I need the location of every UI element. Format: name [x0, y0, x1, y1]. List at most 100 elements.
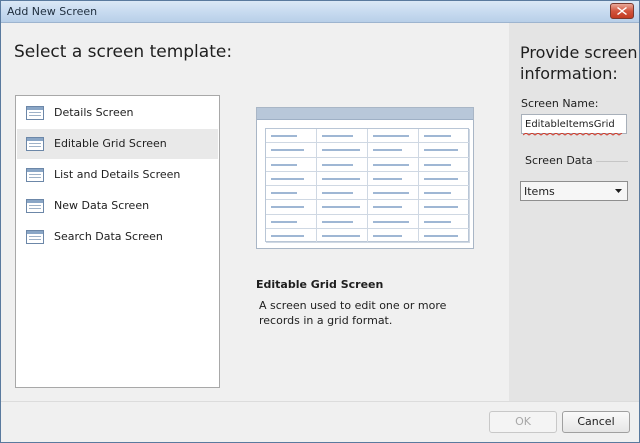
preview-cell-text — [373, 206, 402, 209]
template-item-label: Search Data Screen — [54, 230, 163, 243]
preview-cell-text — [373, 220, 409, 223]
template-list[interactable]: Details Screen Editable Grid Screen List… — [15, 95, 220, 388]
preview-cell-text — [373, 135, 409, 137]
preview-cell-text — [373, 149, 402, 152]
preview-cell-text — [373, 177, 402, 180]
preview-cell-text — [424, 234, 458, 237]
preview-grid-cell — [317, 228, 368, 243]
screen-data-value: Items — [524, 185, 555, 198]
template-item-label: New Data Screen — [54, 199, 150, 212]
preview-grid-cell — [419, 171, 470, 186]
preview-cell-text — [322, 206, 360, 209]
preview-cell-text — [271, 149, 304, 152]
preview-grid-cell — [317, 129, 368, 144]
preview-header-bar — [257, 108, 473, 120]
template-item-label: Editable Grid Screen — [54, 137, 167, 150]
preview-grid-cell — [419, 200, 470, 215]
preview-grid-cell — [266, 129, 317, 144]
preview-grid-cell — [266, 157, 317, 172]
preview-cell-text — [424, 163, 451, 166]
preview-grid-cell — [368, 157, 419, 172]
preview-grid-cell — [266, 186, 317, 201]
preview-grid — [265, 128, 470, 243]
preview-grid-cell — [317, 214, 368, 229]
preview-cell-text — [373, 234, 402, 237]
cancel-button[interactable]: Cancel — [562, 411, 630, 433]
preview-cell-text — [271, 163, 297, 166]
preview-cell-text — [271, 234, 304, 237]
preview-cell-text — [322, 192, 353, 194]
close-button[interactable] — [610, 3, 634, 19]
template-item-label: Details Screen — [54, 106, 134, 119]
preview-cell-text — [271, 135, 297, 137]
preview-cell-text — [424, 192, 451, 194]
preview-grid-cell — [317, 171, 368, 186]
preview-cell-text — [322, 163, 353, 166]
preview-grid-cell — [266, 200, 317, 215]
title-bar[interactable]: Add New Screen — [1, 1, 639, 23]
preview-grid-cell — [419, 214, 470, 229]
preview-cell-text — [271, 220, 297, 223]
preview-cell-text — [322, 135, 353, 137]
template-item-list-and-details-screen[interactable]: List and Details Screen — [17, 160, 218, 190]
template-item-search-data-screen[interactable]: Search Data Screen — [17, 222, 218, 252]
group-divider — [596, 161, 628, 162]
template-item-new-data-screen[interactable]: New Data Screen — [17, 191, 218, 221]
preview-grid-cell — [419, 186, 470, 201]
dialog-footer: OK Cancel — [1, 401, 639, 442]
screen-template-icon — [26, 199, 44, 213]
add-new-screen-dialog: Add New Screen Select a screen template:… — [0, 0, 640, 443]
preview-cell-text — [271, 177, 304, 180]
preview-cell-text — [424, 220, 451, 223]
preview-cell-text — [271, 206, 304, 209]
preview-cell-text — [271, 192, 297, 194]
screen-data-label: Screen Data — [525, 154, 593, 167]
template-item-details-screen[interactable]: Details Screen — [17, 98, 218, 128]
dropdown-arrow-icon — [615, 189, 622, 193]
dialog-body: Select a screen template: Details Screen… — [1, 23, 639, 401]
preview-cell-text — [424, 206, 458, 209]
preview-cell-text — [373, 192, 409, 194]
preview-grid-cell — [317, 186, 368, 201]
template-preview-image — [256, 107, 474, 249]
preview-cell-text — [322, 177, 360, 180]
screen-data-select[interactable]: Items — [520, 181, 628, 201]
preview-grid-cell — [419, 157, 470, 172]
preview-grid-cell — [419, 228, 470, 243]
screen-template-icon — [26, 168, 44, 182]
preview-grid-cell — [368, 214, 419, 229]
preview-cell-text — [424, 149, 458, 152]
preview-cell-text — [373, 163, 409, 166]
preview-grid-cell — [419, 129, 470, 144]
preview-grid-cell — [266, 228, 317, 243]
preview-grid-cell — [419, 143, 470, 158]
preview-grid-cell — [266, 143, 317, 158]
preview-cell-text — [424, 135, 451, 137]
preview-cell-text — [322, 234, 360, 237]
select-template-heading: Select a screen template: — [14, 42, 233, 62]
preview-grid-cell — [368, 143, 419, 158]
preview-grid-cell — [368, 228, 419, 243]
screen-template-icon — [26, 106, 44, 120]
template-item-label: List and Details Screen — [54, 168, 181, 181]
preview-grid-cell — [368, 171, 419, 186]
screen-info-heading: Provide screen information: — [520, 43, 638, 83]
preview-grid-cell — [368, 186, 419, 201]
spellcheck-underline — [523, 133, 623, 136]
template-title: Editable Grid Screen — [256, 278, 384, 291]
template-item-editable-grid-screen[interactable]: Editable Grid Screen — [17, 129, 218, 159]
preview-grid-cell — [368, 200, 419, 215]
preview-grid-cell — [317, 157, 368, 172]
screen-name-input[interactable] — [521, 114, 627, 134]
window-title: Add New Screen — [7, 5, 98, 18]
close-icon — [617, 7, 627, 15]
preview-cell-text — [424, 177, 458, 180]
ok-button[interactable]: OK — [489, 411, 557, 433]
preview-grid-cell — [266, 214, 317, 229]
preview-cell-text — [322, 149, 360, 152]
screen-info-pane: Provide screen information: Screen Name:… — [509, 23, 639, 401]
preview-grid-cell — [368, 129, 419, 144]
screen-template-icon — [26, 137, 44, 151]
preview-grid-cell — [317, 200, 368, 215]
preview-grid-cell — [266, 171, 317, 186]
